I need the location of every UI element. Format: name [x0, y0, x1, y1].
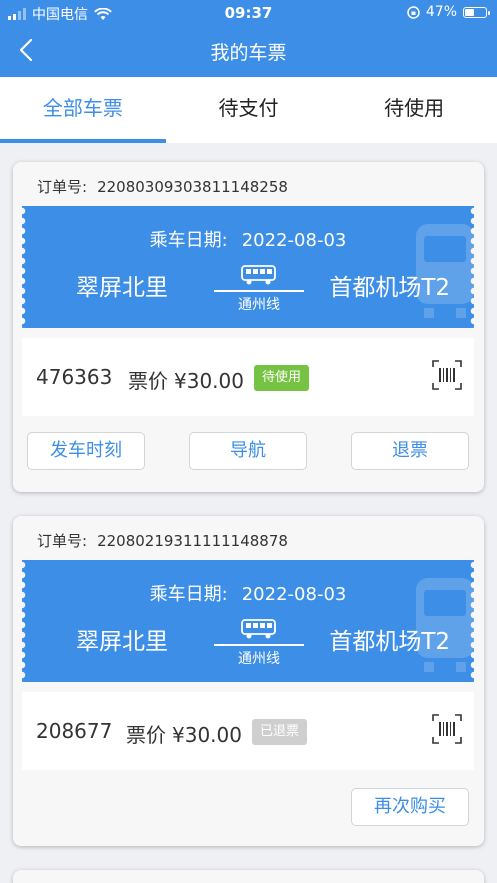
orientation-lock-icon	[407, 5, 420, 19]
tab-pending-payment[interactable]: 待支付	[166, 77, 332, 143]
ticket-card	[13, 870, 484, 883]
ticket-card: 订单号: 22080309303811148258 乘车日期: 2022-08-03…	[13, 162, 484, 492]
nav-bar: 我的车票	[0, 26, 497, 77]
departure-station: 翠屏北里	[76, 629, 168, 655]
ticket-code: 208677	[36, 719, 113, 743]
status-badge: 已退票	[252, 719, 308, 745]
ticket-price: 票价 ¥30.00	[128, 369, 244, 393]
ticket-code: 476363	[36, 365, 113, 389]
line-name: 通州线	[238, 297, 280, 313]
ticket-info: 476363 票价 ¥30.00 待使用	[22, 338, 474, 416]
bus-icon	[241, 619, 276, 639]
travel-date: 乘车日期: 2022-08-03	[149, 230, 347, 251]
travel-date: 乘车日期: 2022-08-03	[149, 584, 347, 605]
refund-button[interactable]: 退票	[351, 432, 469, 470]
top-bar: 中国电信 09:37 47% 我的车票	[0, 0, 497, 77]
barcode-icon[interactable]	[432, 360, 462, 390]
status-bar: 中国电信 09:37 47%	[0, 0, 497, 26]
route-line	[214, 290, 304, 292]
page-title: 我的车票	[210, 42, 287, 64]
ticket-card: 订单号: 22080219311111148878 乘车日期: 2022-08-03…	[13, 516, 484, 846]
barcode-icon[interactable]	[432, 714, 462, 744]
ticket-info: 208677 票价 ¥30.00 已退票	[22, 692, 474, 770]
arrival-station: 首都机场T2	[329, 275, 450, 301]
order-number: 订单号: 22080309303811148258	[37, 178, 288, 196]
ticket-stub[interactable]: 乘车日期: 2022-08-03 翠屏北里 通州线 首都机场T2	[22, 560, 474, 682]
tab-bar: 全部车票 待支付 待使用	[0, 77, 497, 143]
departure-times-button[interactable]: 发车时刻	[27, 432, 145, 470]
route-line	[214, 644, 304, 646]
tab-pending-use[interactable]: 待使用	[331, 77, 497, 143]
bus-icon	[241, 265, 276, 285]
line-name: 通州线	[238, 651, 280, 667]
ticket-price: 票价 ¥30.00	[126, 723, 242, 747]
status-badge: 待使用	[254, 365, 310, 391]
tab-all-tickets[interactable]: 全部车票	[0, 77, 166, 143]
order-number: 订单号: 22080219311111148878	[37, 532, 288, 550]
battery-percent: 47%	[425, 4, 457, 20]
departure-station: 翠屏北里	[76, 275, 168, 301]
buy-again-button[interactable]: 再次购买	[351, 788, 469, 826]
arrival-station: 首都机场T2	[329, 629, 450, 655]
navigation-button[interactable]: 导航	[189, 432, 307, 470]
ticket-stub[interactable]: 乘车日期: 2022-08-03 翠屏北里 通州线 首都机场T2	[22, 206, 474, 328]
battery-icon	[463, 6, 490, 18]
